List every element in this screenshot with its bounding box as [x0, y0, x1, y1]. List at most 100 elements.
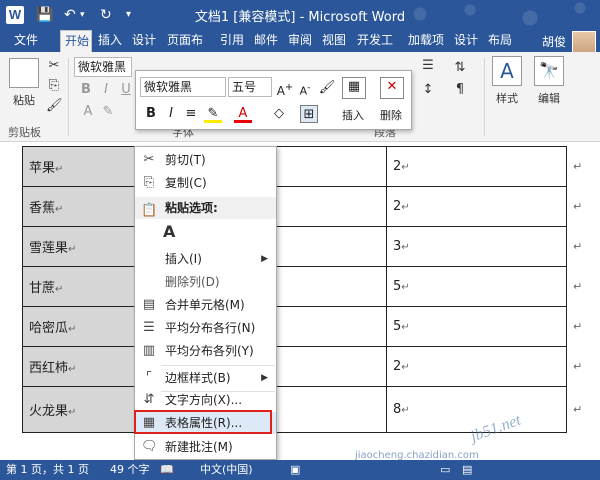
line-spacing-icon[interactable]: ↕ [420, 82, 436, 98]
highlight-icon[interactable]: ✎ [100, 104, 116, 120]
tab-insert[interactable]: 插入 [94, 30, 126, 52]
insert-label[interactable]: 插入 [342, 107, 364, 123]
table-cell[interactable]: 3↵ [386, 226, 567, 267]
paste-keep-text-icon[interactable]: A [163, 222, 187, 244]
group-divider [484, 58, 485, 136]
sort-icon[interactable]: ⇅ [452, 60, 468, 76]
editing-button[interactable]: 🔭 编辑 [532, 56, 566, 106]
menu-item-delete-column[interactable]: 删除列(D) [135, 271, 276, 293]
shrink-font-icon[interactable]: A- [296, 79, 314, 98]
borders-icon[interactable]: ⊞ [300, 105, 318, 123]
macro-icon[interactable]: ▣ [290, 460, 300, 480]
page-count[interactable]: 第 1 页，共 1 页 [6, 460, 89, 480]
document-area[interactable]: 苹果↵ 2↵ ↵ 香蕉↵ 2↵ ↵ 雪莲果↵ 3↵ ↵ 甘蔗↵ 5↵ ↵ 哈密瓜… [0, 142, 600, 460]
tab-developer[interactable]: 开发工 [352, 30, 398, 52]
language-status[interactable]: 中文(中国) [200, 460, 253, 480]
table-row[interactable]: 哈密瓜↵ 5↵ ↵ [22, 306, 597, 347]
fruit-table[interactable]: 苹果↵ 2↵ ↵ 香蕉↵ 2↵ ↵ 雪莲果↵ 3↵ ↵ 甘蔗↵ 5↵ ↵ 哈密瓜… [22, 146, 597, 433]
pilcrow-icon[interactable]: ¶ [452, 82, 468, 98]
text-effect-icon[interactable]: A [80, 104, 96, 120]
cell-mark: ↵ [401, 362, 410, 373]
menu-item-new-comment[interactable]: 🗨 新建批注(M) [135, 436, 276, 458]
ribbon-tabs: 文件 开始 插入 设计 页面布 引用 邮件 审阅 视图 开发工 加载项 设计 布… [0, 30, 600, 55]
status-bar: 第 1 页，共 1 页 49 个字 📖 中文(中国) ▣ ▭ ▤ [0, 460, 600, 480]
tab-references[interactable]: 引用 [216, 30, 248, 52]
menu-item-distribute-columns[interactable]: ▥ 平均分布各列(Y) [135, 340, 276, 362]
menu-divider [161, 365, 275, 366]
menu-item-border-style[interactable]: ⌜ 边框样式(B) ▶ [135, 367, 276, 389]
table-cell[interactable]: 雪莲果↵ [22, 226, 135, 267]
table-cell[interactable]: 2↵ [386, 346, 567, 387]
print-layout-icon[interactable]: ▤ [462, 460, 472, 480]
table-cell[interactable]: 哈密瓜↵ [22, 306, 135, 347]
list-icon[interactable]: ☰ [420, 58, 436, 74]
user-name[interactable]: 胡俊 [542, 33, 566, 50]
distribute-rows-icon: ☰ [143, 320, 155, 335]
read-mode-icon[interactable]: ▭ [440, 460, 450, 480]
grow-font-icon[interactable]: A+ [276, 79, 294, 98]
menu-item-insert[interactable]: 插入(I) ▶ [135, 248, 276, 270]
cell-name: 苹果 [29, 161, 56, 176]
tab-table-design[interactable]: 设计 [450, 30, 482, 52]
table-row[interactable]: 甘蔗↵ 5↵ ↵ [22, 266, 597, 307]
table-row[interactable]: 雪莲果↵ 3↵ ↵ [22, 226, 597, 267]
copy-icon[interactable]: ⎘ [46, 78, 62, 94]
proofing-icon[interactable]: 📖 [160, 460, 174, 480]
tab-view[interactable]: 视图 [318, 30, 350, 52]
table-row[interactable]: 香蕉↵ 2↵ ↵ [22, 186, 597, 227]
menu-item-text-direction[interactable]: ⇵ 文字方向(X)... [135, 389, 276, 411]
bold-icon[interactable]: B [78, 82, 94, 98]
table-cell[interactable]: 苹果↵ [22, 146, 135, 187]
cut-icon[interactable]: ✂ [46, 58, 62, 74]
table-row[interactable]: 西红柿↵ 2↵ ↵ [22, 346, 597, 387]
insert-table-icon[interactable]: ▦ [342, 77, 366, 99]
underline-icon[interactable]: U [118, 82, 134, 98]
italic-icon[interactable]: I [98, 82, 114, 98]
menu-item-label: 复制(C) [165, 176, 207, 190]
cell-mark: ↵ [68, 364, 77, 375]
paste-button[interactable]: 粘贴 [8, 58, 40, 108]
table-cell[interactable]: 5↵ [386, 266, 567, 307]
format-painter-icon[interactable]: 🖌 [318, 79, 336, 97]
tab-addins[interactable]: 加载项 [404, 30, 448, 52]
menu-item-cut[interactable]: ✂ 剪切(T) [135, 149, 276, 171]
word-count[interactable]: 49 个字 [110, 460, 150, 480]
highlight-icon[interactable]: ✎ [204, 105, 222, 123]
tab-file[interactable]: 文件 [6, 30, 46, 52]
table-cell[interactable]: 香蕉↵ [22, 186, 135, 227]
menu-item-label: 平均分布各行(N) [165, 321, 256, 335]
ribbon-font-name[interactable]: 微软雅黑 [74, 57, 132, 77]
tab-page-layout[interactable]: 页面布 [162, 30, 208, 52]
cell-mark: ↵ [55, 164, 64, 175]
row-end-mark: ↵ [573, 360, 583, 373]
cell-mark: ↵ [68, 407, 77, 418]
cell-mark: ↵ [68, 244, 77, 255]
tab-design[interactable]: 设计 [128, 30, 160, 52]
font-color-icon[interactable]: A [234, 105, 252, 123]
format-painter-icon[interactable]: 🖌 [46, 98, 63, 114]
tab-home[interactable]: 开始 [60, 30, 92, 52]
row-end-mark: ↵ [573, 280, 583, 293]
delete-table-icon[interactable]: ✕ [380, 77, 404, 99]
tab-mailings[interactable]: 邮件 [250, 30, 282, 52]
styles-button[interactable]: A 样式 [490, 56, 524, 106]
menu-item-merge-cells[interactable]: ▤ 合并单元格(M) [135, 294, 276, 316]
table-row[interactable]: 苹果↵ 2↵ ↵ [22, 146, 597, 187]
menu-item-distribute-rows[interactable]: ☰ 平均分布各行(N) [135, 317, 276, 339]
bold-icon[interactable]: B [142, 105, 160, 123]
table-cell[interactable]: 甘蔗↵ [22, 266, 135, 307]
center-align-icon[interactable]: ≡ [182, 105, 200, 123]
mini-font-name[interactable]: 微软雅黑 [140, 77, 226, 97]
table-cell[interactable]: 西红柿↵ [22, 346, 135, 387]
shading-icon[interactable]: ◇ [270, 105, 288, 123]
table-cell[interactable]: 2↵ [386, 146, 567, 187]
tab-table-layout[interactable]: 布局 [484, 30, 516, 52]
delete-label[interactable]: 删除 [380, 107, 402, 123]
table-cell[interactable]: 火龙果↵ [22, 386, 135, 433]
italic-icon[interactable]: I [162, 105, 180, 123]
table-cell[interactable]: 5↵ [386, 306, 567, 347]
menu-item-copy[interactable]: ⎘ 复制(C) [135, 172, 276, 194]
tab-review[interactable]: 审阅 [284, 30, 316, 52]
mini-font-size[interactable]: 五号 [228, 77, 272, 97]
table-cell[interactable]: 2↵ [386, 186, 567, 227]
